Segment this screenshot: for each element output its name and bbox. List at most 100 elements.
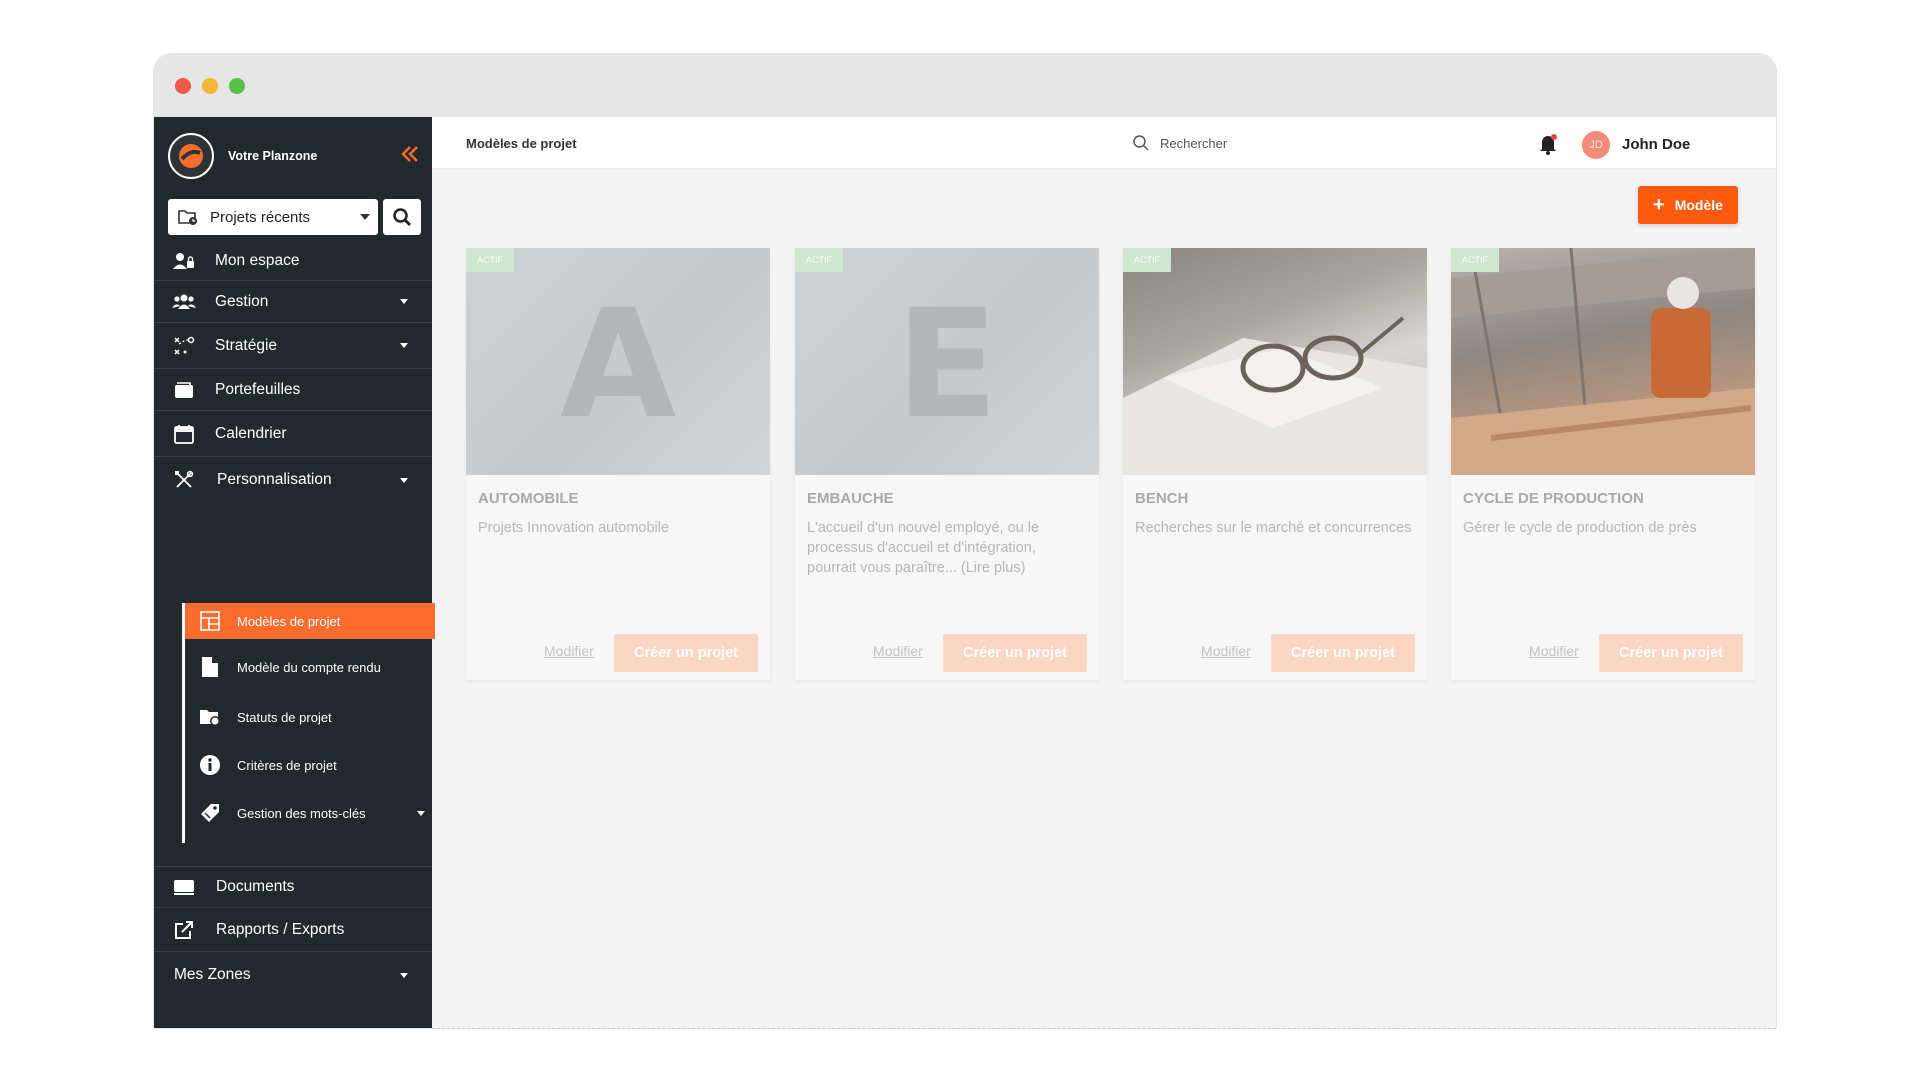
card-thumbnail-workshop-image: ACTIF [1451,248,1755,475]
sidebar-item-label: Mon espace [215,251,300,269]
sidebar-item-portefeuilles[interactable]: Portefeuilles [154,369,432,411]
document-icon [199,656,221,678]
chevron-down-icon [400,972,408,978]
search-placeholder: Rechercher [1160,135,1228,151]
card-description: Projets Innovation automobile [478,520,670,536]
sidebar-item-mes-zones[interactable]: Mes Zones [154,952,432,998]
notification-bell-icon[interactable] [1538,133,1558,155]
modify-link[interactable]: Modifier [1201,643,1251,659]
close-window-button[interactable] [175,78,191,94]
create-project-button[interactable]: Créer un projet [1599,634,1743,672]
search-icon [393,208,411,226]
sidebar-search-button[interactable] [383,199,421,235]
sidebar-item-label: Personnalisation [217,471,332,488]
subitem-label: Modèle du compte rendu [237,659,381,675]
chevron-down-icon [360,214,370,220]
sidebar-item-label: Documents [216,878,295,895]
modify-link[interactable]: Modifier [1529,643,1579,659]
sidebar-item-gestion[interactable]: Gestion [154,281,432,323]
sidebar-item-label: Mes Zones [174,966,251,983]
sidebar-item-label: Rapports / Exports [216,920,345,938]
avatar[interactable]: JD [1582,131,1610,159]
window-bottom-border [432,1028,1776,1029]
user-lock-icon [172,249,196,273]
card-title: AUTOMOBILE [478,490,579,507]
template-card-automobile[interactable]: A ACTIF AUTOMOBILE Projets Innovation au… [466,248,770,680]
documents-icon [172,875,196,899]
card-thumbnail: E ACTIF [795,248,1099,475]
card-thumbnail: A ACTIF [466,248,770,475]
card-description: L'accueil d'un nouvel employé, ou le pro… [807,520,1040,576]
brand[interactable]: Votre Planzone [168,132,317,180]
template-card-bench[interactable]: ACTIF BENCH Recherches sur le marché et … [1123,248,1427,680]
search-icon [1133,135,1149,151]
recent-projects-label: Projets récents [210,208,311,226]
subitem-label: Critères de projet [237,757,337,773]
sidebar-item-rapports-exports[interactable]: Rapports / Exports [154,908,432,952]
card-description: Recherches sur le marché et concurrences [1135,520,1412,536]
sidebar-item-mon-espace[interactable]: Mon espace [154,241,432,281]
create-project-button[interactable]: Créer un projet [943,634,1087,672]
subitem-label: Gestion des mots-clés [237,805,366,821]
create-project-button[interactable]: Créer un projet [1271,634,1415,672]
glasses-book-illustration [1123,316,1427,475]
planzone-logo-icon [168,133,214,179]
window-titlebar [154,54,1776,117]
workshop-illustration [1451,248,1755,475]
search-input[interactable]: Rechercher [1132,130,1332,156]
card-description: Gérer le cycle de production de près [1463,520,1697,536]
status-badge: ACTIF [466,248,514,272]
sidebar: Votre Planzone Projets récents Mon espac… [154,117,435,1028]
subitem-modeles-de-projet[interactable]: Modèles de projet [185,603,435,639]
wallet-icon [172,378,196,402]
chevron-down-icon [400,343,408,348]
template-icon [199,610,221,632]
create-project-button[interactable]: Créer un projet [614,634,758,672]
chevron-down-icon [400,299,408,304]
calendar-icon [172,422,196,446]
modify-link[interactable]: Modifier [544,643,594,659]
page-title: Modèles de projet [466,136,577,151]
collapse-sidebar-icon[interactable] [398,142,422,166]
add-model-button[interactable]: + Modèle [1638,186,1738,224]
card-title: CYCLE DE PRODUCTION [1463,490,1644,507]
sidebar-item-label: Portefeuilles [215,380,301,398]
tag-icon [199,802,221,824]
template-card-cycle-de-production[interactable]: ACTIF CYCLE DE PRODUCTION Gérer le cycle… [1451,248,1755,680]
modify-link[interactable]: Modifier [873,643,923,659]
subitem-label: Statuts de projet [237,709,332,725]
sidebar-item-strategie[interactable]: Stratégie [154,323,432,369]
folder-clock-icon [178,210,197,225]
subitem-criteres-de-projet[interactable]: Critères de projet [185,741,435,789]
users-icon [172,290,196,314]
tools-icon [172,468,196,492]
sidebar-item-label: Calendrier [215,424,287,442]
maximize-window-button[interactable] [229,78,245,94]
status-badge: ACTIF [795,248,843,272]
template-card-embauche[interactable]: E ACTIF EMBAUCHE L'accueil d'un nouvel e… [795,248,1099,680]
folder-status-icon [199,706,221,728]
chevron-down-icon [417,810,425,816]
user-name[interactable]: John Doe [1622,136,1690,153]
plus-icon: + [1653,194,1665,216]
info-icon [199,754,221,776]
export-icon [172,918,196,942]
sidebar-item-personnalisation[interactable]: Personnalisation [154,457,432,503]
strategy-icon [172,334,196,358]
sidebar-item-documents[interactable]: Documents [154,866,432,908]
sidebar-item-label: Gestion [215,292,269,310]
sidebar-item-calendrier[interactable]: Calendrier [154,411,432,457]
add-model-label: Modèle [1674,197,1723,213]
minimize-window-button[interactable] [202,78,218,94]
recent-projects-select[interactable]: Projets récents [168,199,378,235]
subitem-modele-compte-rendu[interactable]: Modèle du compte rendu [185,643,435,691]
card-letter: A [559,278,677,452]
subitem-statuts-de-projet[interactable]: Statuts de projet [185,693,435,741]
topbar: Modèles de projet Rechercher JD John Doe [432,117,1776,169]
card-thumbnail-glasses-image: ACTIF [1123,248,1427,475]
subitem-label: Modèles de projet [237,613,341,629]
sidebar-item-label: Stratégie [215,336,278,354]
subitem-gestion-mots-cles[interactable]: Gestion des mots-clés [185,789,435,837]
card-letter: E [895,278,999,452]
chevron-down-icon [400,477,408,483]
